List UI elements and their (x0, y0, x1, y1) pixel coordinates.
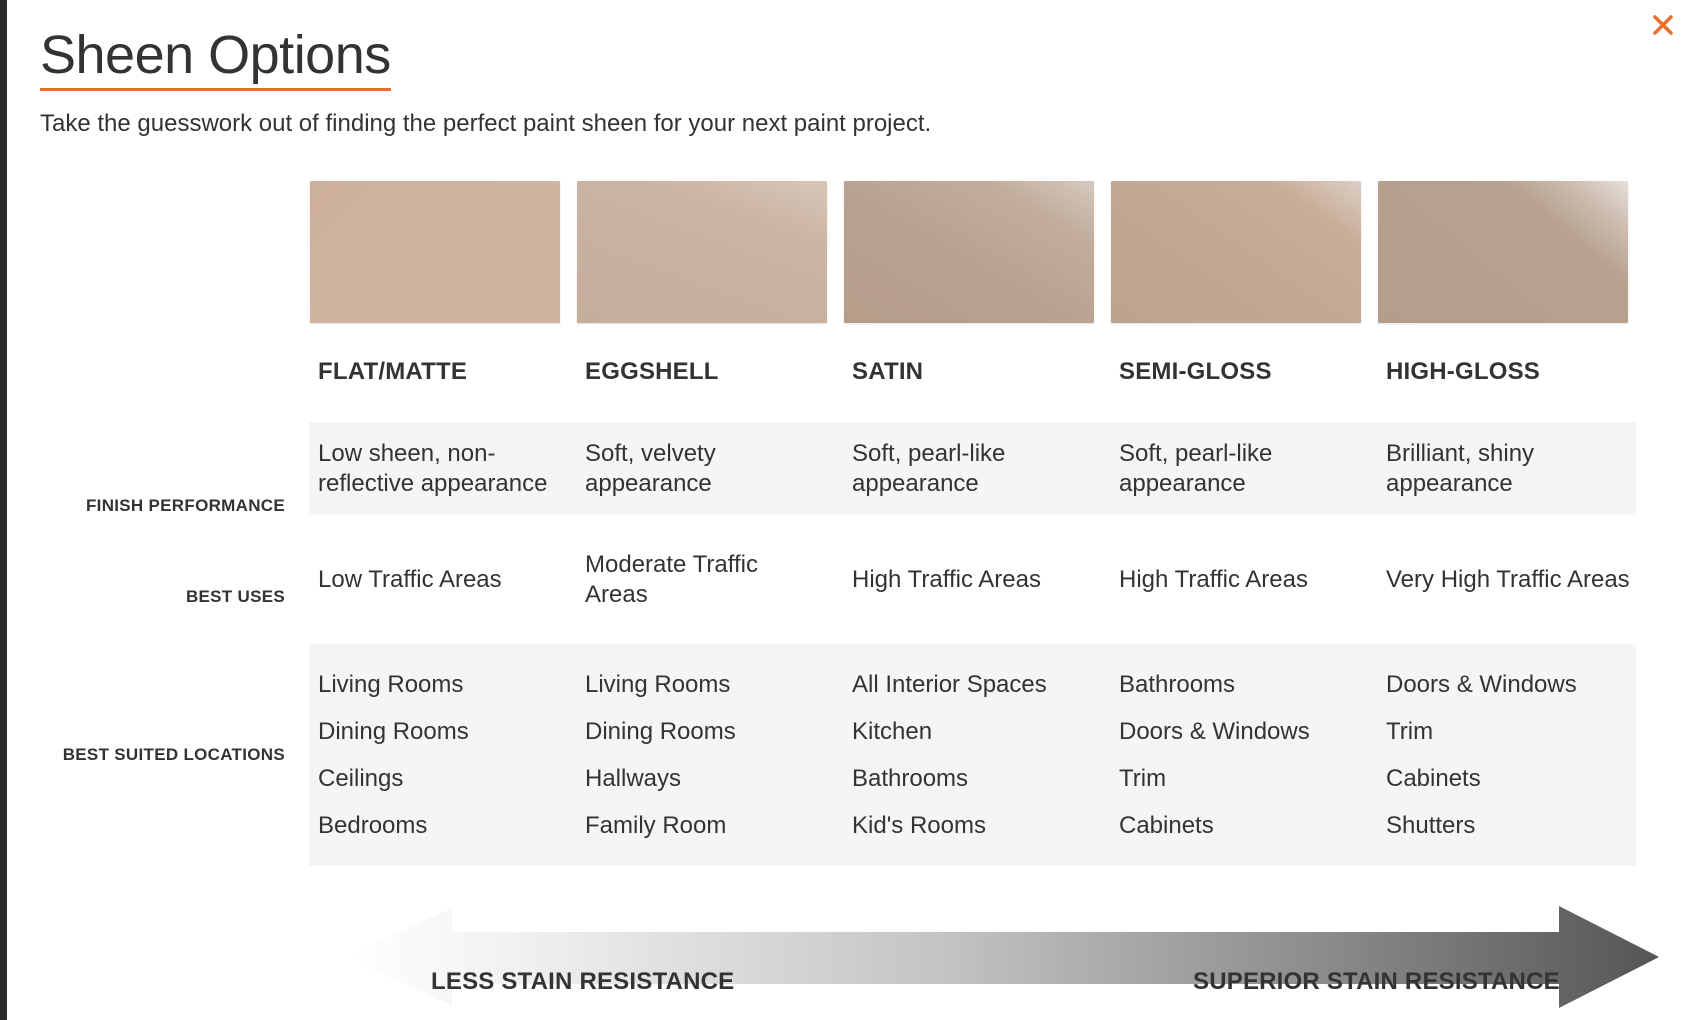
close-icon (1653, 15, 1673, 35)
location-item: Doors & Windows (1119, 718, 1310, 745)
location-item: Ceilings (318, 765, 404, 792)
modal-subtitle: Take the guesswork out of finding the pe… (40, 110, 932, 137)
location-item: Hallways (585, 765, 682, 792)
finish-cell: Soft, pearl-like appearance (852, 440, 1006, 497)
location-item: Bathrooms (852, 765, 969, 792)
location-item: Doors & Windows (1386, 671, 1577, 698)
location-item: Dining Rooms (585, 718, 736, 745)
location-item: Living Rooms (318, 671, 464, 698)
swatch-satin (844, 181, 1094, 323)
uses-cell: Moderate Traffic Areas (585, 551, 758, 608)
column-header-flat-matte: FLAT/MATTE (318, 358, 468, 385)
backdrop (0, 0, 7, 1020)
column-header-high-gloss: HIGH-GLOSS (1386, 358, 1541, 385)
location-item: Trim (1386, 718, 1434, 745)
location-item: All Interior Spaces (852, 671, 1047, 698)
column-header-eggshell: EGGSHELL (585, 358, 719, 385)
finish-cell: Brilliant, shiny appearance (1386, 440, 1535, 497)
swatch-eggshell (577, 181, 827, 323)
finish-cell: Soft, pearl-like appearance (1119, 440, 1273, 497)
location-item: Cabinets (1386, 765, 1481, 792)
sheen-options-modal: Sheen Options Take the guesswork out of … (7, 0, 1708, 1020)
close-button[interactable] (1646, 8, 1680, 42)
superior-stain-resistance-label: SUPERIOR STAIN RESISTANCE (1193, 968, 1560, 995)
location-item: Kitchen (852, 718, 933, 745)
uses-cell: High Traffic Areas (1119, 566, 1308, 593)
row-label-best-suited-locations: BEST SUITED LOCATIONS (62, 745, 285, 764)
column-header-satin: SATIN (852, 358, 924, 385)
location-item: Living Rooms (585, 671, 731, 698)
location-item: Kid's Rooms (852, 812, 986, 839)
uses-cell: Low Traffic Areas (318, 566, 502, 593)
row-label-finish-performance: FINISH PERFORMANCE (85, 496, 285, 515)
location-item: Bathrooms (1119, 671, 1236, 698)
finish-cell: Soft, velvety appearance (585, 440, 716, 497)
stain-resistance-arrow (347, 906, 1659, 1008)
uses-cell: Very High Traffic Areas (1386, 566, 1630, 593)
location-item: Cabinets (1119, 812, 1214, 839)
less-stain-resistance-label: LESS STAIN RESISTANCE (431, 968, 735, 995)
swatch-semi-gloss (1111, 181, 1361, 323)
swatch-flat-matte (310, 181, 560, 323)
modal-title: Sheen Options (40, 24, 391, 91)
column-header-semi-gloss: SEMI-GLOSS (1119, 358, 1272, 385)
location-item: Trim (1119, 765, 1167, 792)
location-item: Shutters (1386, 812, 1476, 839)
row-label-best-uses: BEST USES (185, 587, 285, 606)
location-item: Family Room (585, 812, 727, 839)
swatch-high-gloss (1378, 181, 1628, 323)
location-item: Bedrooms (318, 812, 428, 839)
title-wrap: Sheen Options (40, 24, 391, 91)
finish-cell: Low sheen, non-reflective appearance (318, 440, 548, 497)
uses-cell: High Traffic Areas (852, 566, 1041, 593)
location-item: Dining Rooms (318, 718, 469, 745)
